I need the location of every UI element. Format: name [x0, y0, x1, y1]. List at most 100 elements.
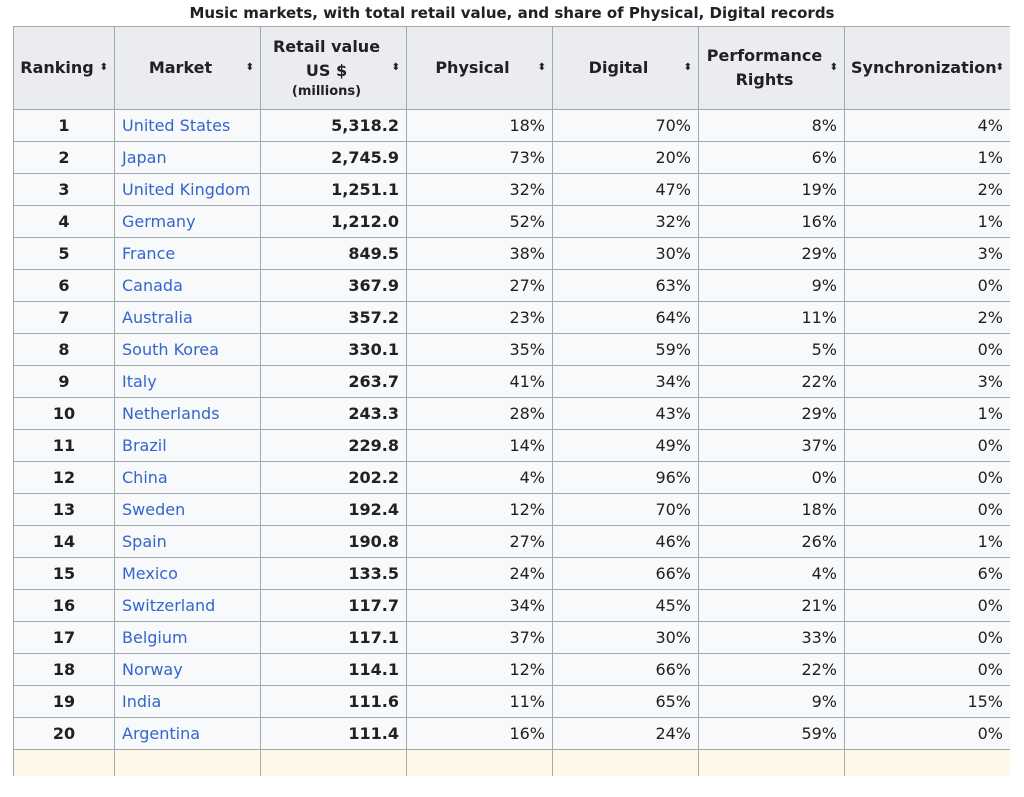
table-row: 7 Australia 357.2 23% 64% 11% 2% [13, 301, 1010, 334]
physical-share-cell: 32% [406, 173, 553, 206]
market-link[interactable]: Belgium [114, 621, 261, 654]
rank-cell: 1 [13, 109, 115, 142]
table-row: 11 Brazil 229.8 14% 49% 37% 0% [13, 429, 1010, 462]
digital-share-cell: 66% [552, 557, 699, 590]
sort-icon[interactable]: ⬍ [996, 63, 1004, 73]
retail-value-cell: 849.5 [260, 237, 407, 270]
column-header-label: Retail value US $ (millions) [273, 35, 394, 101]
physical-share-cell: 41% [406, 365, 553, 398]
market-link[interactable]: France [114, 237, 261, 270]
performance-rights-cell: 6% [698, 141, 845, 174]
rank-cell: 8 [13, 333, 115, 366]
market-link[interactable]: Switzerland [114, 589, 261, 622]
digital-share-cell: 32% [552, 205, 699, 238]
market-link[interactable]: Netherlands [114, 397, 261, 430]
sort-icon[interactable]: ⬍ [392, 63, 400, 73]
physical-share-cell: 18% [406, 109, 553, 142]
market-link[interactable]: Brazil [114, 429, 261, 462]
physical-share-cell: 38% [406, 237, 553, 270]
synchronization-cell: 0% [844, 333, 1010, 366]
column-header-synchronization[interactable]: Synchronization ⬍ [844, 26, 1010, 110]
retail-value-cell: 1,251.1 [260, 173, 407, 206]
market-link[interactable]: India [114, 685, 261, 718]
physical-share-cell: 12% [406, 653, 553, 686]
synchronization-cell: 6% [844, 557, 1010, 590]
retail-value-cell: 367.9 [260, 269, 407, 302]
market-link[interactable]: Italy [114, 365, 261, 398]
market-link[interactable]: South Korea [114, 333, 261, 366]
physical-share-cell: 24% [406, 557, 553, 590]
market-link[interactable]: United States [114, 109, 261, 142]
column-header-label: Synchronization [851, 58, 997, 77]
column-header-retail-value[interactable]: Retail value US $ (millions) ⬍ [260, 26, 407, 110]
synchronization-cell: 3% [844, 365, 1010, 398]
market-link[interactable]: Spain [114, 525, 261, 558]
performance-rights-cell: 26% [698, 525, 845, 558]
total-cell [552, 749, 699, 776]
performance-rights-cell: 18% [698, 493, 845, 526]
header-row: Ranking ⬍ Market ⬍ Retail value US $ (mi… [13, 26, 1010, 110]
table-row: 13 Sweden 192.4 12% 70% 18% 0% [13, 493, 1010, 526]
column-header-ranking[interactable]: Ranking ⬍ [13, 26, 115, 110]
rank-cell: 15 [13, 557, 115, 590]
physical-share-cell: 27% [406, 269, 553, 302]
synchronization-cell: 0% [844, 269, 1010, 302]
rank-cell: 16 [13, 589, 115, 622]
market-link[interactable]: Argentina [114, 717, 261, 750]
performance-rights-cell: 29% [698, 237, 845, 270]
sort-icon[interactable]: ⬍ [830, 63, 838, 73]
digital-share-cell: 47% [552, 173, 699, 206]
digital-share-cell: 63% [552, 269, 699, 302]
performance-rights-cell: 59% [698, 717, 845, 750]
retail-value-cell: 114.1 [260, 653, 407, 686]
digital-share-cell: 45% [552, 589, 699, 622]
digital-share-cell: 66% [552, 653, 699, 686]
performance-header-line2: Rights [735, 70, 794, 89]
market-link[interactable]: Canada [114, 269, 261, 302]
retail-value-cell: 357.2 [260, 301, 407, 334]
performance-rights-cell: 5% [698, 333, 845, 366]
digital-share-cell: 24% [552, 717, 699, 750]
sort-icon[interactable]: ⬍ [246, 63, 254, 73]
performance-rights-cell: 9% [698, 269, 845, 302]
retail-value-cell: 192.4 [260, 493, 407, 526]
market-link[interactable]: Norway [114, 653, 261, 686]
table-body: 1 United States 5,318.2 18% 70% 8% 4% 2 Japan 2,7… [13, 109, 1010, 776]
table-row: 19 India 111.6 11% 65% 9% 15% [13, 685, 1010, 718]
market-link[interactable]: Germany [114, 205, 261, 238]
total-cell [13, 749, 115, 776]
digital-share-cell: 59% [552, 333, 699, 366]
physical-share-cell: 52% [406, 205, 553, 238]
synchronization-cell: 1% [844, 141, 1010, 174]
performance-rights-cell: 8% [698, 109, 845, 142]
sort-icon[interactable]: ⬍ [100, 63, 108, 73]
table-row: 16 Switzerland 117.7 34% 45% 21% 0% [13, 589, 1010, 622]
market-link[interactable]: Australia [114, 301, 261, 334]
retail-value-cell: 263.7 [260, 365, 407, 398]
performance-rights-cell: 11% [698, 301, 845, 334]
column-header-market[interactable]: Market ⬍ [114, 26, 261, 110]
column-header-digital[interactable]: Digital ⬍ [552, 26, 699, 110]
rank-cell: 2 [13, 141, 115, 174]
sort-icon[interactable]: ⬍ [684, 63, 692, 73]
table-row: 17 Belgium 117.1 37% 30% 33% 0% [13, 621, 1010, 654]
rank-cell: 5 [13, 237, 115, 270]
retail-value-cell: 190.8 [260, 525, 407, 558]
table-row: 6 Canada 367.9 27% 63% 9% 0% [13, 269, 1010, 302]
market-link[interactable]: Japan [114, 141, 261, 174]
table-row: 10 Netherlands 243.3 28% 43% 29% 1% [13, 397, 1010, 430]
table-total-row [13, 749, 1010, 776]
synchronization-cell: 4% [844, 109, 1010, 142]
performance-rights-cell: 9% [698, 685, 845, 718]
market-link[interactable]: United Kingdom [114, 173, 261, 206]
column-header-physical[interactable]: Physical ⬍ [406, 26, 553, 110]
digital-share-cell: 49% [552, 429, 699, 462]
column-header-performance-rights[interactable]: Performance Rights ⬍ [698, 26, 845, 110]
column-header-label: Physical [435, 58, 510, 77]
market-link[interactable]: Mexico [114, 557, 261, 590]
market-link[interactable]: Sweden [114, 493, 261, 526]
sort-icon[interactable]: ⬍ [538, 63, 546, 73]
market-link[interactable]: China [114, 461, 261, 494]
column-header-label: Performance Rights [707, 44, 837, 92]
digital-share-cell: 70% [552, 109, 699, 142]
